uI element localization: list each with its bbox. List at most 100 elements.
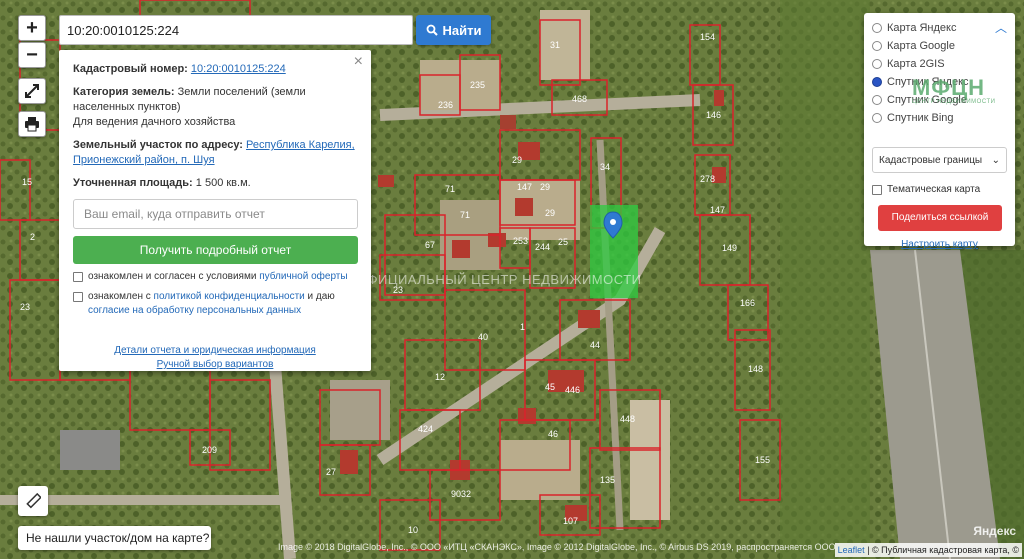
parcel-number-label: 71	[460, 210, 470, 220]
privacy-consent-checkbox-row: ознакомлен с политикой конфиденциальност…	[73, 290, 357, 318]
parcel-number-label: 154	[700, 32, 715, 42]
watermark-text: ОФИЦИАЛЬНЫЙ ЦЕНТР НЕДВИЖИМОСТИ	[357, 272, 642, 287]
parcel-number-label: 253	[513, 236, 528, 246]
manual-selection-link[interactable]: Ручной выбор вариантов	[73, 358, 357, 372]
privacy-consent-text: ознакомлен с политикой конфиденциальност…	[88, 290, 357, 318]
land-category-row: Категория земель: Земли поселений (земли…	[73, 85, 357, 130]
cadastral-number-label: Кадастровый номер:	[73, 63, 188, 75]
cadastral-layer-select[interactable]: Кадастровые границы ⌄	[872, 147, 1007, 173]
bottom-links: Детали отчета и юридическая информация Р…	[73, 344, 357, 372]
parcel-number-label: 12	[435, 372, 445, 382]
offer-consent-label: ознакомлен и согласен с условиями	[88, 271, 260, 282]
parcel-number-label: 71	[445, 184, 455, 194]
chevron-up-icon[interactable]: ︿	[995, 19, 1007, 36]
layer-radio[interactable]	[872, 59, 882, 69]
personal-data-consent-link[interactable]: согласие на обработку персональных данны…	[88, 305, 301, 316]
parcel-number-label: 107	[563, 516, 578, 526]
land-usage-value: Для ведения дачного хозяйства	[73, 116, 236, 128]
not-found-button[interactable]: Не нашли участок/дом на карте?	[18, 526, 211, 550]
ruler-button[interactable]	[18, 486, 48, 516]
fullscreen-button[interactable]	[18, 78, 46, 104]
parcel-number-label: 446	[565, 385, 580, 395]
parcel-number-label: 15	[22, 177, 32, 187]
layer-option[interactable]: Карта Google	[872, 37, 1007, 55]
leaflet-link[interactable]: Leaflet	[838, 545, 865, 555]
parcel-number-label: 147	[710, 205, 725, 215]
layer-radio[interactable]	[872, 41, 882, 51]
zoom-in-button[interactable]: +	[18, 15, 46, 41]
print-button[interactable]	[18, 111, 46, 137]
search-button[interactable]: Найти	[416, 15, 491, 45]
mfcn-logo: МФЦН	[912, 75, 986, 100]
parcel-number-label: 146	[706, 110, 721, 120]
parcel-number-label: 9032	[451, 489, 471, 499]
parcel-number-label: 31	[550, 40, 560, 50]
parcel-number-label: 149	[722, 243, 737, 253]
parcel-number-label: 2	[30, 232, 35, 242]
close-icon[interactable]: ×	[354, 54, 363, 70]
privacy-consent-checkbox[interactable]	[73, 292, 83, 302]
chevron-down-icon: ⌄	[991, 154, 1000, 166]
layer-option-label: Карта Google	[887, 40, 955, 52]
yandex-logo: Яндекс	[973, 524, 1016, 538]
printer-icon	[25, 117, 39, 132]
search-button-label: Найти	[442, 22, 482, 38]
address-row: Земельный участок по адресу: Республика …	[73, 138, 357, 168]
ruler-icon	[26, 493, 41, 509]
parcel-number-label: 148	[748, 364, 763, 374]
map-attribution: Leaflet | © Публичная кадастровая карта,…	[834, 543, 1022, 557]
parcel-number-label: 44	[590, 340, 600, 350]
parcel-number-label: 40	[478, 332, 488, 342]
layer-option-label: Карта 2GIS	[887, 58, 945, 70]
share-link-button[interactable]: Поделиться ссылкой	[878, 205, 1002, 231]
parcel-number-label: 29	[540, 182, 550, 192]
layer-radio[interactable]	[872, 77, 882, 87]
parcel-number-label: 278	[700, 174, 715, 184]
layer-options: Карта Яндекс Карта Google Карта 2GIS Спутни…	[872, 19, 1007, 127]
layer-radio[interactable]	[872, 113, 882, 123]
cadastral-search-input[interactable]: 10:20:0010125:224	[59, 15, 413, 45]
mfcn-logo-subtitle: ЦЕНТР НЕДВИЖИМОСТИ	[912, 99, 996, 105]
area-value: 1 500 кв.м.	[195, 177, 251, 189]
email-input[interactable]: Ваш email, куда отправить отчет	[73, 199, 358, 229]
parcel-number-label: 448	[620, 414, 635, 424]
configure-map-link[interactable]: Настроить карту	[872, 239, 1007, 250]
parcel-number-label: 27	[326, 467, 336, 477]
offer-consent-text: ознакомлен и согласен с условиями публич…	[88, 270, 348, 284]
layer-option[interactable]: Карта 2GIS	[872, 55, 1007, 73]
layer-option[interactable]: Спутник Bing	[872, 109, 1007, 127]
parcel-number-label: 235	[470, 80, 485, 90]
parcel-number-label: 424	[418, 424, 433, 434]
layer-option-label: Карта Яндекс	[887, 22, 957, 34]
parcel-number-label: 155	[755, 455, 770, 465]
report-details-link[interactable]: Детали отчета и юридическая информация	[73, 344, 357, 358]
parcel-number-label: 46	[548, 429, 558, 439]
thematic-map-label: Тематическая карта	[887, 183, 981, 195]
zoom-out-button[interactable]: −	[18, 42, 46, 68]
cadastral-number-row: Кадастровый номер: 10:20:0010125:224	[73, 62, 357, 77]
imagery-attribution: Image © 2018 DigitalGlobe, Inc., © ООО «…	[278, 542, 836, 552]
parcel-number-label: 166	[740, 298, 755, 308]
layer-option[interactable]: Карта Яндекс	[872, 19, 1007, 37]
thematic-map-checkbox[interactable]	[872, 185, 882, 195]
parcel-number-label: 236	[438, 100, 453, 110]
zoom-in-label: +	[26, 16, 38, 39]
get-report-button[interactable]: Получить подробный отчет	[73, 236, 358, 264]
parcel-number-label: 29	[545, 208, 555, 218]
select-value: Кадастровые границы	[879, 154, 983, 166]
layer-radio[interactable]	[872, 95, 882, 105]
privacy-policy-link[interactable]: политикой конфиденциальности	[154, 291, 305, 302]
parcel-number-label: 67	[425, 240, 435, 250]
parcel-number-label: 25	[558, 237, 568, 247]
parcel-number-label: 1	[520, 322, 525, 332]
cadastral-attribution: | © Публичная кадастровая карта, ©	[864, 545, 1019, 555]
offer-consent-checkbox[interactable]	[73, 272, 83, 282]
parcel-number-label: 10	[408, 525, 418, 535]
public-offer-link[interactable]: публичной оферты	[259, 271, 347, 282]
parcel-number-label: 468	[572, 94, 587, 104]
parcel-info-panel: × Кадастровый номер: 10:20:0010125:224 К…	[59, 50, 371, 371]
parcel-number-label: 209	[202, 445, 217, 455]
layer-radio[interactable]	[872, 23, 882, 33]
cadastral-number-link[interactable]: 10:20:0010125:224	[191, 63, 286, 75]
parcel-number-label: 45	[545, 382, 555, 392]
